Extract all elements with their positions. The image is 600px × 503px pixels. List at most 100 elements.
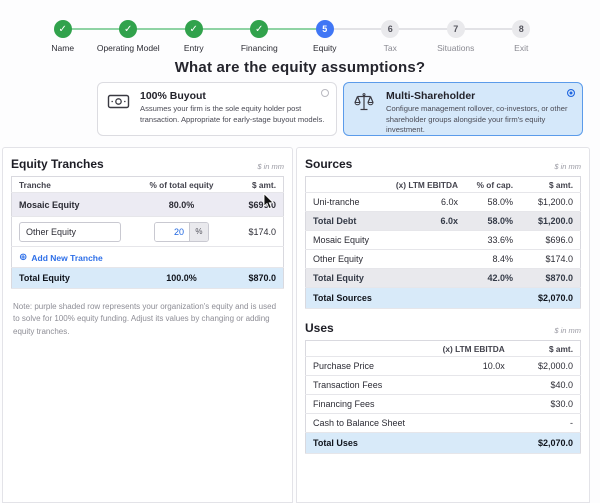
total-pct: 100.0% bbox=[139, 268, 223, 289]
section-title: Equity Tranches bbox=[11, 157, 104, 171]
step-label: Situations bbox=[437, 43, 474, 53]
equity-tranches-table: Tranche % of total equity $ amt. Mosaic … bbox=[11, 176, 284, 289]
row-label: Other Equity bbox=[306, 250, 389, 269]
stepper-step-financing[interactable]: ✓ Financing bbox=[227, 20, 293, 53]
equity-tranches-header: Equity Tranches $ in mm bbox=[11, 157, 284, 171]
add-new-tranche-button[interactable]: ⊕ Add New Tranche bbox=[19, 253, 103, 263]
stepper-step-exit[interactable]: 8 Exit bbox=[489, 20, 555, 53]
row-label: Uni-tranche bbox=[306, 193, 389, 212]
uses-header: Uses $ in mm bbox=[305, 321, 581, 335]
row-amt: $696.0 bbox=[520, 231, 581, 250]
step-label: Operating Model bbox=[97, 43, 160, 53]
stepper-step-entry[interactable]: ✓ Entry bbox=[161, 20, 227, 53]
row-label: Purchase Price bbox=[306, 357, 427, 376]
check-icon: ✓ bbox=[185, 20, 203, 38]
row-amt: - bbox=[512, 414, 581, 433]
row-pct: 42.0% bbox=[465, 269, 520, 288]
row-ebitda: 6.0x bbox=[388, 212, 465, 231]
col-header-pct: % of cap. bbox=[465, 177, 520, 193]
tranche-pct-input[interactable] bbox=[155, 223, 189, 241]
row-pct: 8.4% bbox=[465, 250, 520, 269]
row-ebitda bbox=[388, 269, 465, 288]
sources-table: (x) LTM EBITDA % of cap. $ amt. Uni-tran… bbox=[305, 176, 581, 309]
table-row-mosaic-equity: Mosaic Equity 33.6% $696.0 bbox=[306, 231, 581, 250]
add-tranche-row: ⊕ Add New Tranche bbox=[12, 247, 284, 268]
row-ebitda: 10.0x bbox=[427, 357, 512, 376]
card-content: Multi-Shareholder Configure management r… bbox=[386, 90, 573, 129]
row-label: Transaction Fees bbox=[306, 376, 427, 395]
tranche-name: Mosaic Equity bbox=[12, 193, 140, 217]
add-link-label: Add New Tranche bbox=[31, 253, 102, 263]
stepper-step-name[interactable]: ✓ Name bbox=[30, 20, 96, 53]
table-row-cash-to-balance-sheet: Cash to Balance Sheet - bbox=[306, 414, 581, 433]
row-ebitda bbox=[427, 376, 512, 395]
tranche-pct-input-group: % bbox=[154, 222, 209, 242]
row-amt: $870.0 bbox=[520, 269, 581, 288]
row-pct: 58.0% bbox=[465, 193, 520, 212]
table-row-other-equity: Other Equity 8.4% $174.0 bbox=[306, 250, 581, 269]
sources-uses-panel: Sources $ in mm (x) LTM EBITDA % of cap.… bbox=[296, 147, 590, 503]
section-title: Uses bbox=[305, 321, 334, 335]
stepper-step-situations[interactable]: 7 Situations bbox=[423, 20, 489, 53]
option-card-100-buyout[interactable]: 100% Buyout Assumes your firm is the sol… bbox=[97, 82, 337, 136]
page-title: What are the equity assumptions? bbox=[0, 59, 600, 76]
col-header-blank bbox=[306, 341, 427, 357]
row-label: Mosaic Equity bbox=[306, 231, 389, 250]
uses-table: (x) LTM EBITDA $ amt. Purchase Price 10.… bbox=[305, 340, 581, 454]
step-label: Equity bbox=[313, 43, 337, 53]
table-row-transaction-fees: Transaction Fees $40.0 bbox=[306, 376, 581, 395]
tranche-pct: 80.0% bbox=[139, 193, 223, 217]
stepper-step-tax[interactable]: 6 Tax bbox=[358, 20, 424, 53]
units-label: $ in mm bbox=[554, 162, 581, 171]
radio-unselected-icon[interactable] bbox=[321, 89, 329, 97]
check-icon: ✓ bbox=[54, 20, 72, 38]
tranche-amt: $174.0 bbox=[224, 217, 284, 247]
col-header-blank bbox=[306, 177, 389, 193]
equity-mode-options: 100% Buyout Assumes your firm is the sol… bbox=[97, 82, 583, 136]
equity-tranches-panel: Equity Tranches $ in mm Tranche % of tot… bbox=[2, 147, 293, 503]
uses-section: Uses $ in mm (x) LTM EBITDA $ amt. Purch… bbox=[305, 321, 581, 454]
total-amt: $2,070.0 bbox=[520, 288, 581, 309]
row-amt: $30.0 bbox=[512, 395, 581, 414]
row-label: Cash to Balance Sheet bbox=[306, 414, 427, 433]
row-amt: $174.0 bbox=[520, 250, 581, 269]
row-ebitda bbox=[427, 395, 512, 414]
purple-row-note: Note: purple shaded row represents your … bbox=[11, 301, 284, 338]
tranche-name-input[interactable] bbox=[19, 222, 121, 242]
balance-scale-icon bbox=[353, 90, 377, 129]
row-ebitda bbox=[427, 414, 512, 433]
units-label: $ in mm bbox=[554, 326, 581, 335]
option-title: 100% Buyout bbox=[140, 90, 327, 102]
banknote-icon bbox=[107, 90, 131, 129]
row-ebitda bbox=[388, 250, 465, 269]
stepper-step-operating-model[interactable]: ✓ Operating Model bbox=[96, 20, 162, 53]
mouse-cursor bbox=[263, 193, 275, 215]
option-title: Multi-Shareholder bbox=[386, 90, 573, 102]
step-label: Exit bbox=[514, 43, 528, 53]
step-number: 6 bbox=[381, 20, 399, 38]
col-header-amt: $ amt. bbox=[224, 177, 284, 193]
row-amt: $40.0 bbox=[512, 376, 581, 395]
units-label: $ in mm bbox=[257, 162, 284, 171]
row-label: Total Equity bbox=[306, 269, 389, 288]
step-label: Financing bbox=[241, 43, 278, 53]
row-ebitda bbox=[388, 231, 465, 250]
row-label: Financing Fees bbox=[306, 395, 427, 414]
stepper-step-equity-current[interactable]: 5 Equity bbox=[292, 20, 358, 53]
table-row-uni-tranche: Uni-tranche 6.0x 58.0% $1,200.0 bbox=[306, 193, 581, 212]
row-ebitda: 6.0x bbox=[388, 193, 465, 212]
table-row-mosaic-equity: Mosaic Equity 80.0% $696.0 bbox=[12, 193, 284, 217]
total-equity-row: Total Equity 100.0% $870.0 bbox=[12, 268, 284, 289]
check-icon: ✓ bbox=[119, 20, 137, 38]
row-amt: $1,200.0 bbox=[520, 193, 581, 212]
step-label: Entry bbox=[184, 43, 204, 53]
section-title: Sources bbox=[305, 157, 352, 171]
radio-selected-icon[interactable] bbox=[567, 89, 575, 97]
col-header-tranche: Tranche bbox=[12, 177, 140, 193]
table-row-financing-fees: Financing Fees $30.0 bbox=[306, 395, 581, 414]
option-description: Configure management rollover, co-invest… bbox=[386, 104, 573, 136]
table-row-purchase-price: Purchase Price 10.0x $2,000.0 bbox=[306, 357, 581, 376]
col-header-ebitda: (x) LTM EBITDA bbox=[388, 177, 465, 193]
step-label: Tax bbox=[384, 43, 397, 53]
option-card-multi-shareholder[interactable]: Multi-Shareholder Configure management r… bbox=[343, 82, 583, 136]
